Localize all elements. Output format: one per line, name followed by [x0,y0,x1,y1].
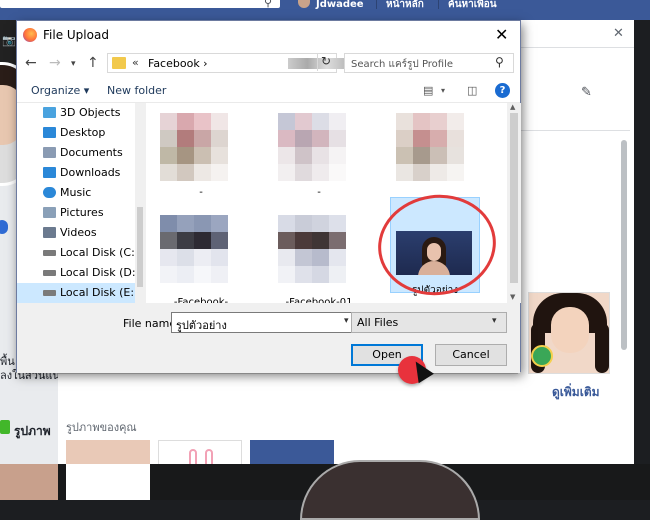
photos-icon [0,420,10,434]
file-name-field[interactable]: รูปตัวอย่าง ▾ [171,312,357,333]
dialog-titlebar[interactable]: File Upload ✕ [17,21,520,49]
sidebar-item-label: Music [60,186,92,199]
scroll-up-icon[interactable]: ▲ [510,103,515,111]
divider [520,130,630,131]
facebook-search-input[interactable] [0,0,280,8]
globe-icon [531,345,553,367]
sidebar-item-label: Local Disk (C:) [60,246,140,259]
file-item[interactable] [160,215,242,283]
sidebar-item-label: Local Disk (D:) [60,266,140,279]
nav-profile-name[interactable]: Jdwadee [316,0,364,10]
new-folder-button[interactable]: New folder [107,84,166,97]
dialog-toolbar: Organize ▾ New folder ▤ ▾ ◫ ? [17,79,520,103]
search-placeholder: Search แคร์รูป Profile [351,59,454,70]
sidebar-item-label: Local Disk (E:) [60,286,139,299]
sidebar-item-label: Videos [60,226,97,239]
file-name: - [317,187,321,198]
nav-divider [376,0,377,9]
file-type-filter[interactable]: All Files ▾ [351,312,507,333]
search-icon[interactable]: ⚲ [495,55,504,69]
search-input[interactable]: Search แคร์รูป Profile ⚲ [344,53,514,73]
dialog-title: File Upload [43,28,109,42]
address-bar[interactable]: « Facebook › ▾ [107,53,379,73]
search-icon[interactable]: ⚲ [264,0,272,9]
file-name-value: รูปตัวอย่าง [176,319,227,332]
preview-pane-icon[interactable]: ◫ [467,84,477,97]
sidebar-item-downloads[interactable]: Downloads [17,163,145,183]
view-options-icon[interactable]: ▤ [423,84,433,97]
scroll-down-icon[interactable]: ▼ [510,293,515,301]
file-list-scrollbar[interactable]: ▲ ▼ [507,103,521,303]
sidebar-item-local-disk-d[interactable]: Local Disk (D:) [17,263,145,283]
sidebar-item-3d-objects[interactable]: 3D Objects [17,103,145,123]
dialog-footer: File name: รูปตัวอย่าง ▾ All Files ▾ Ope… [17,303,520,373]
drive-icon [43,290,56,296]
nav-home[interactable]: หน้าหลัก [386,0,424,10]
chevron-down-icon[interactable]: ▾ [441,86,445,95]
pictures-icon [43,207,56,218]
cancel-button[interactable]: Cancel [435,344,507,366]
recent-dropdown-icon[interactable]: ▾ [71,59,76,69]
camera-icon[interactable]: 📷 [2,34,16,47]
videos-icon [43,227,56,238]
file-type-value: All Files [357,316,399,329]
sidebar-item-label: Pictures [60,206,104,219]
nav-divider [438,0,439,9]
panel-scrollbar[interactable] [621,140,627,350]
3d-objects-icon [43,107,56,118]
backdrop-photo [66,464,150,500]
music-icon [43,187,56,198]
file-name: - [199,187,203,198]
your-photos-title: รูปภาพของคุณ [66,421,137,434]
sidebar-item-desktop[interactable]: Desktop [17,123,145,143]
sidebar-item-videos[interactable]: Videos [17,223,145,243]
sidebar-item-label: Documents [60,146,123,159]
file-item[interactable] [396,113,478,181]
pencil-icon[interactable]: ✎ [581,85,592,100]
nav-find-friends[interactable]: ค้นหาเพื่อน [448,0,497,10]
chevron-down-icon[interactable]: ▾ [344,316,349,326]
folder-icon [112,57,126,69]
backdrop-photo [0,464,58,500]
up-arrow-icon[interactable]: ↑ [87,55,99,71]
sidebar-item-local-disk-e[interactable]: Local Disk (E:) [17,283,145,303]
navigation-bar: ← → ▾ ↑ « Facebook › ▾ ↻ Search แคร์รูป … [17,49,520,79]
close-icon[interactable]: ✕ [495,25,508,44]
navigation-pane: 3D Objects Desktop Documents Downloads M… [17,103,145,303]
downloads-icon [43,167,56,178]
sidebar-item-music[interactable]: Music [17,183,145,203]
sidebar-item-label: Desktop [60,126,106,139]
file-item[interactable] [160,113,242,181]
backdrop-profile [300,460,480,520]
sidebar-scrollbar[interactable] [135,103,145,303]
help-icon[interactable]: ? [495,83,510,98]
file-item[interactable] [278,113,360,181]
refresh-icon: ↻ [321,54,332,68]
firefox-icon [23,28,37,42]
forward-arrow-icon[interactable]: → [49,55,61,71]
sidebar-item-label: 3D Objects [60,106,121,119]
sidebar-item-label: Downloads [60,166,121,179]
file-list: - - -Facebook- -Facebo [146,103,521,308]
close-icon[interactable]: ✕ [613,26,624,41]
organize-button[interactable]: Organize ▾ [31,84,89,97]
address-path[interactable]: Facebook › [148,57,208,70]
sidebar-item-pictures[interactable]: Pictures [17,203,145,223]
sidebar-item-documents[interactable]: Documents [17,143,145,163]
chevron-down-icon[interactable]: ▾ [492,316,497,326]
see-more-link[interactable]: ดูเพิ่มเติม [552,383,600,402]
file-item[interactable] [278,215,360,283]
refresh-button[interactable]: ↻ [317,53,335,71]
photos-section-label[interactable]: รูปภาพ [14,422,51,441]
drive-icon [43,250,56,256]
address-prefix: « [132,56,139,69]
drive-icon [43,270,56,276]
file-upload-dialog: File Upload ✕ ← → ▾ ↑ « Facebook › ▾ ↻ S… [16,20,521,373]
back-arrow-icon[interactable]: ← [25,55,37,71]
desktop-icon [43,127,56,138]
documents-icon [43,147,56,158]
sidebar-item-local-disk-c[interactable]: Local Disk (C:) [17,243,145,263]
